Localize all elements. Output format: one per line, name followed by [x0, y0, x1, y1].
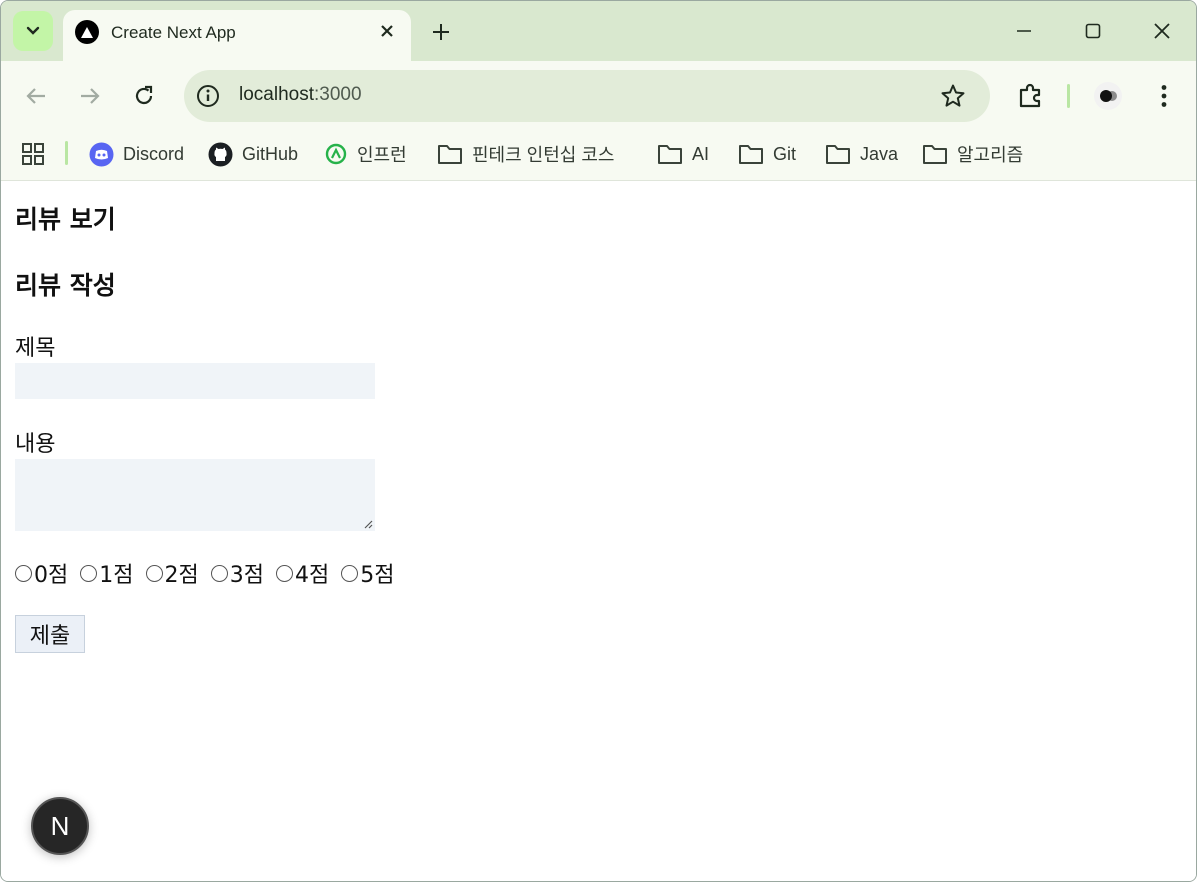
page-content: 리뷰 보기 리뷰 작성 제목 내용 0점 1점 2점 3점 4점 5점 제출	[1, 182, 1196, 881]
profile-avatar-icon	[1094, 82, 1122, 110]
bookmark-label: 인프런	[357, 145, 407, 165]
reload-button[interactable]	[129, 81, 159, 111]
radio-button[interactable]	[15, 564, 32, 582]
folder-icon	[438, 145, 462, 164]
address-bar[interactable]: localhost:3000	[184, 70, 990, 122]
bookmark-label: 핀테크 인턴십 코스	[472, 145, 615, 165]
bookmark-label: Git	[773, 143, 797, 164]
rating-label: 3점	[229, 563, 264, 588]
radio-button[interactable]	[210, 564, 228, 582]
profile-button[interactable]	[1093, 81, 1123, 111]
bookmark-folder-ai[interactable]: AI	[657, 139, 709, 169]
folder-icon	[826, 145, 850, 164]
content-textarea[interactable]	[15, 459, 375, 531]
bookmark-label: Java	[860, 143, 899, 164]
active-tab[interactable]: Create Next App	[63, 10, 411, 61]
review-view-heading: 리뷰 보기	[15, 205, 116, 234]
address-host: localhost	[239, 84, 314, 105]
menu-button[interactable]	[1149, 81, 1179, 111]
close-tab-button[interactable]	[375, 19, 399, 43]
extensions-button[interactable]	[1015, 81, 1045, 111]
tab-strip: Create Next App	[1, 1, 1196, 61]
close-window-button[interactable]	[1147, 16, 1177, 46]
apps-grid-icon	[22, 143, 44, 165]
plus-icon	[433, 24, 449, 40]
bookmark-folder-git[interactable]: Git	[738, 139, 796, 169]
reload-icon	[135, 85, 153, 105]
browser-toolbar: localhost:3000	[1, 61, 1196, 131]
tab-title: Create Next App	[111, 23, 236, 42]
forward-button[interactable]	[75, 81, 105, 111]
bookmarks-divider	[65, 141, 68, 165]
nextjs-dev-badge[interactable]: N	[31, 797, 89, 855]
rating-label: 5점	[360, 563, 395, 588]
rating-option-5[interactable]: 5점	[341, 557, 395, 589]
minimize-icon	[1017, 30, 1031, 32]
rating-option-4[interactable]: 4점	[276, 557, 329, 589]
radio-button[interactable]	[276, 564, 293, 582]
rating-option-2[interactable]: 2점	[145, 557, 199, 589]
bookmark-github[interactable]: GitHub	[208, 139, 298, 169]
arrow-left-icon	[26, 88, 45, 104]
rating-label: 4점	[295, 563, 330, 588]
minimize-button[interactable]	[1009, 16, 1039, 46]
rating-label: 2점	[164, 563, 199, 588]
radio-button[interactable]	[145, 564, 163, 582]
tab-search-button[interactable]	[13, 11, 53, 51]
title-input[interactable]	[15, 363, 375, 399]
maximize-icon	[1085, 23, 1101, 39]
rating-option-3[interactable]: 3점	[210, 557, 264, 589]
star-icon[interactable]	[940, 83, 966, 109]
info-icon[interactable]	[196, 84, 220, 108]
content-label: 내용	[15, 432, 56, 457]
bookmark-discord[interactable]: Discord	[89, 139, 184, 169]
radio-button[interactable]	[341, 564, 359, 582]
bookmark-folder-fintech[interactable]: 핀테크 인턴십 코스	[437, 139, 614, 169]
submit-button[interactable]: 제출	[15, 615, 85, 653]
discord-icon	[89, 142, 114, 166]
folder-icon	[923, 145, 947, 164]
rating-group: 0점 1점 2점 3점 4점 5점	[15, 558, 407, 588]
bookmark-label: Discord	[123, 143, 185, 164]
bookmark-label: GitHub	[242, 143, 299, 164]
browser-window: Create Next App localhost:3000 Discord G…	[0, 0, 1197, 882]
chevron-down-icon	[26, 26, 40, 35]
address-port: :3000	[314, 84, 362, 105]
rating-label: 0점	[34, 563, 69, 588]
new-tab-button[interactable]	[427, 18, 455, 46]
bookmark-folder-java[interactable]: Java	[825, 139, 898, 169]
nextjs-favicon-icon	[75, 20, 99, 44]
address-url: localhost:3000	[239, 84, 362, 106]
puzzle-icon	[1019, 83, 1041, 108]
bookmark-label: 알고리즘	[957, 145, 1024, 165]
review-write-heading: 리뷰 작성	[15, 271, 116, 300]
bookmarks-bar: Discord GitHub 인프런 핀테크 인턴십 코스 AI Git Jav…	[1, 131, 1196, 181]
rating-option-1[interactable]: 1점	[80, 557, 134, 589]
arrow-right-icon	[81, 88, 100, 104]
toolbar-divider	[1067, 84, 1070, 108]
bookmark-inflearn[interactable]: 인프런	[324, 139, 407, 169]
folder-icon	[739, 145, 763, 164]
close-icon	[1154, 23, 1170, 39]
rating-option-0[interactable]: 0점	[15, 557, 68, 589]
radio-button[interactable]	[80, 564, 98, 582]
inflearn-icon	[325, 143, 347, 165]
more-vertical-icon	[1161, 85, 1167, 107]
folder-icon	[658, 145, 682, 164]
close-icon	[381, 25, 393, 37]
resize-handle-icon[interactable]	[363, 519, 373, 529]
bookmark-label: AI	[692, 143, 710, 164]
github-icon	[208, 142, 233, 166]
apps-button[interactable]	[21, 139, 54, 169]
title-label: 제목	[15, 336, 56, 361]
maximize-button[interactable]	[1078, 16, 1108, 46]
back-button[interactable]	[21, 81, 51, 111]
bookmark-folder-algorithm[interactable]: 알고리즘	[922, 139, 1023, 169]
rating-label: 1점	[99, 563, 134, 588]
